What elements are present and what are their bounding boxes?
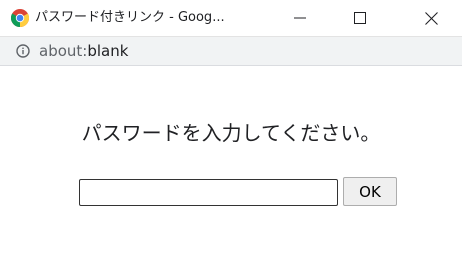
minimize-button[interactable] (277, 0, 323, 36)
close-button[interactable] (408, 0, 454, 36)
address-bar[interactable]: about:blank (0, 36, 462, 66)
maximize-button[interactable] (337, 0, 383, 36)
window-title: パスワード付きリンク - Goog... (35, 10, 225, 25)
close-icon (424, 11, 438, 25)
minimize-icon (294, 17, 306, 19)
window-titlebar[interactable]: パスワード付きリンク - Goog... (0, 0, 462, 36)
password-prompt: パスワードを入力してください。 (81, 121, 381, 145)
page-content: パスワードを入力してください。 OK (0, 66, 462, 259)
url-text[interactable]: about:blank (39, 42, 128, 60)
url-path: blank (87, 42, 129, 60)
url-scheme: about: (39, 42, 88, 60)
chrome-logo-icon (11, 9, 29, 27)
maximize-icon (354, 12, 366, 24)
ok-button[interactable]: OK (343, 177, 397, 206)
info-icon[interactable] (16, 44, 30, 58)
password-input[interactable] (79, 179, 338, 206)
